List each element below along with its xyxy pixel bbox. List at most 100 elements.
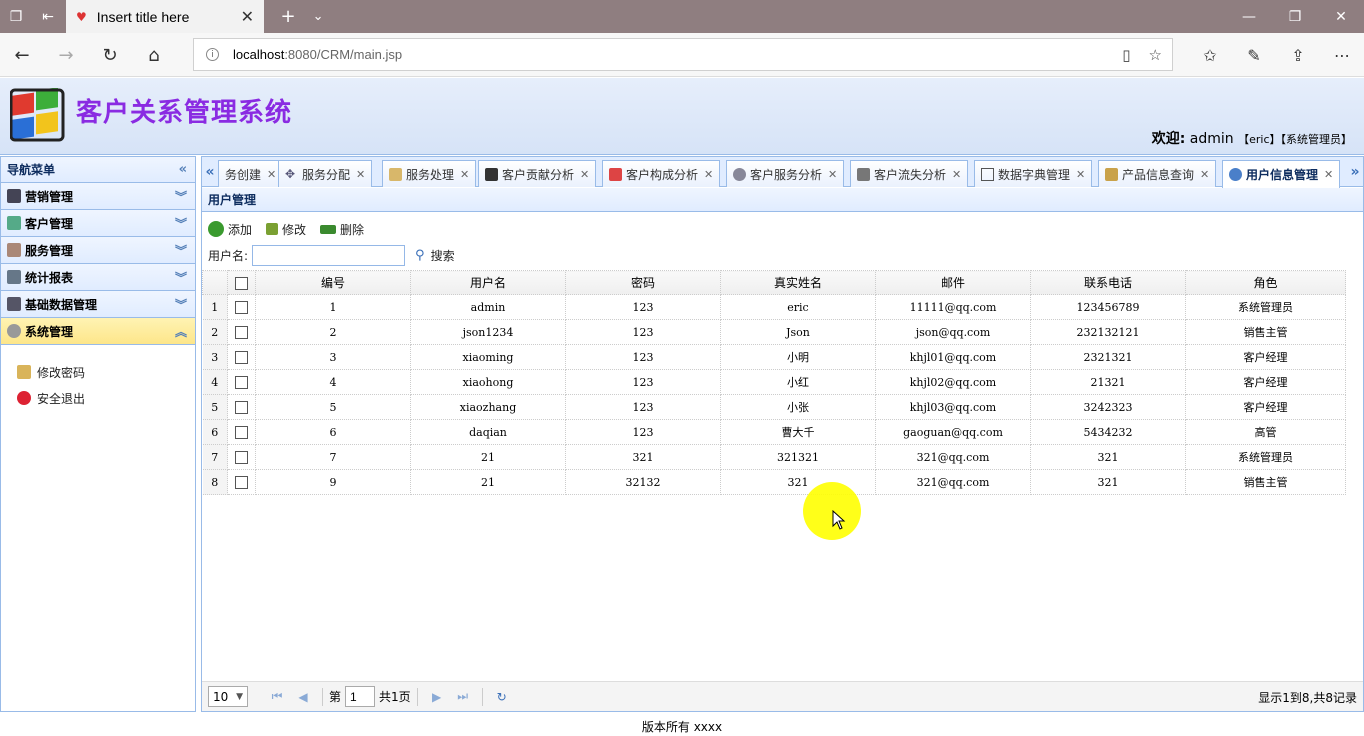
site-info-icon[interactable]: i [206, 48, 219, 61]
last-page-icon[interactable]: ⏭ [450, 689, 476, 704]
tab-list-chevron-icon[interactable]: ⌄ [313, 9, 324, 24]
tab-actions-icon[interactable]: ❐ [0, 0, 32, 33]
address-bar[interactable]: i localhost :8080/CRM/main.jsp ▯ ☆ [193, 38, 1173, 71]
nav-section-system[interactable]: 系统管理 ︽ [1, 318, 195, 345]
add-button[interactable]: 添加 [208, 221, 252, 238]
forward-icon[interactable]: → [46, 39, 86, 71]
table-cell: 321 [565, 444, 721, 470]
username-search-input[interactable] [252, 244, 406, 266]
tab-churn-analysis[interactable]: 客户流失分析 ✕ [850, 160, 969, 187]
more-icon[interactable]: ⋯ [1320, 39, 1364, 71]
next-page-icon[interactable]: ▶ [424, 690, 450, 704]
column-header[interactable]: 邮件 [875, 270, 1031, 295]
close-icon[interactable]: ✕ [828, 168, 837, 181]
restore-icon[interactable]: ❐ [1272, 0, 1318, 33]
search-button[interactable]: ⚲ 搜索 [415, 247, 455, 264]
table-row[interactable]: 7 7 21 321 321321 321@qq.com 321 系统管理员 [202, 444, 1346, 470]
page-size-select[interactable]: 10 ▼ [208, 686, 248, 707]
row-checkbox[interactable] [227, 294, 256, 320]
table-row[interactable]: 6 6 daqian 123 曹大千 gaoguan@qq.com 5434232 高管 [202, 419, 1346, 445]
table-cell: 3 [255, 344, 411, 370]
browser-tab[interactable]: ♥ Insert title here ✕ [66, 0, 264, 33]
org-chart-icon [609, 167, 622, 181]
table-row[interactable]: 1 1 admin 123 eric 11111@qq.com 123456789 系统管理员 [202, 294, 1346, 320]
key-icon [17, 365, 31, 379]
close-icon[interactable]: ✕ [952, 168, 961, 181]
row-number-header [202, 270, 228, 295]
collapse-left-icon[interactable]: « [179, 162, 187, 177]
minimize-icon[interactable]: — [1226, 0, 1272, 33]
table-row[interactable]: 2 2 json1234 123 Json json@qq.com 232132121 销售主… [202, 319, 1346, 345]
nav-section-marketing[interactable]: 营销管理 ︾ [1, 183, 195, 210]
close-tab-icon[interactable]: ✕ [241, 7, 254, 26]
page-number-input[interactable] [345, 686, 376, 707]
tab-service-create[interactable]: 务创建 ✕ [218, 160, 284, 187]
close-icon[interactable]: ✕ [704, 168, 713, 181]
close-icon[interactable]: ✕ [580, 168, 589, 181]
column-header[interactable]: 用户名 [410, 270, 566, 295]
nav-section-basic-data[interactable]: 基础数据管理 ︾ [1, 291, 195, 318]
delete-button[interactable]: 删除 [320, 221, 364, 238]
tabs-scroll-left-icon[interactable]: « [202, 157, 218, 187]
back-icon[interactable]: ← [2, 39, 42, 71]
prev-page-icon[interactable]: ◀ [290, 690, 316, 704]
reading-view-icon[interactable]: ▯ [1122, 46, 1130, 64]
row-checkbox[interactable] [227, 469, 256, 495]
nav-section-reports[interactable]: 统计报表 ︾ [1, 264, 195, 291]
home-icon[interactable]: ⌂ [134, 39, 174, 71]
row-checkbox[interactable] [227, 394, 256, 420]
favorites-icon[interactable]: ✩ [1188, 39, 1232, 71]
column-header[interactable]: 联系电话 [1030, 270, 1186, 295]
tab-service-assign[interactable]: ✥ 服务分配 ✕ [278, 160, 373, 187]
close-icon[interactable]: ✕ [1200, 168, 1209, 181]
row-checkbox[interactable] [227, 419, 256, 445]
close-icon[interactable]: ✕ [1076, 168, 1085, 181]
table-row[interactable]: 3 3 xiaoming 123 小明 khjl01@qq.com 2321321 客户经理 [202, 344, 1346, 370]
tab-data-dictionary[interactable]: 数据字典管理 ✕ [974, 160, 1093, 187]
nav-section-customers[interactable]: 客户管理 ︾ [1, 210, 195, 237]
close-icon[interactable]: ✕ [1324, 168, 1333, 181]
new-tab-icon[interactable]: + [281, 6, 296, 27]
column-header[interactable]: 编号 [255, 270, 411, 295]
tab-contribution-analysis[interactable]: 客户贡献分析 ✕ [478, 160, 597, 187]
close-icon[interactable]: ✕ [356, 168, 365, 181]
table-cell: 5 [255, 394, 411, 420]
close-icon[interactable]: ✕ [460, 168, 469, 181]
tab-label: 服务处理 [406, 167, 455, 182]
row-checkbox[interactable] [227, 369, 256, 395]
sidebar-item-change-password[interactable]: 修改密码 [17, 359, 195, 385]
column-header[interactable]: 角色 [1185, 270, 1346, 295]
column-header[interactable]: 真实姓名 [720, 270, 876, 295]
table-cell: 系统管理员 [1185, 444, 1346, 470]
sidebar-item-logout[interactable]: 安全退出 [17, 385, 195, 411]
tab-label: 数据字典管理 [998, 167, 1071, 182]
share-icon[interactable]: ⇪ [1276, 39, 1320, 71]
tab-composition-analysis[interactable]: 客户构成分析 ✕ [602, 160, 721, 187]
tab-service-handle[interactable]: 服务处理 ✕ [382, 160, 477, 187]
notes-icon[interactable]: ✎ [1232, 39, 1276, 71]
tab-product-query[interactable]: 产品信息查询 ✕ [1098, 160, 1217, 187]
select-all-checkbox[interactable] [227, 270, 256, 295]
tab-service-analysis[interactable]: 客户服务分析 ✕ [726, 160, 845, 187]
nav-section-service[interactable]: 服务管理 ︾ [1, 237, 195, 264]
table-cell: 小明 [720, 344, 876, 370]
row-checkbox[interactable] [227, 344, 256, 370]
refresh-icon[interactable]: ↻ [90, 39, 130, 71]
close-window-icon[interactable]: ✕ [1318, 0, 1364, 33]
row-checkbox[interactable] [227, 444, 256, 470]
tab-user-management[interactable]: 用户信息管理 ✕ [1222, 160, 1341, 188]
favorite-star-icon[interactable]: ☆ [1149, 46, 1162, 64]
table-row[interactable]: 4 4 xiaohong 123 小红 khjl02@qq.com 21321 客户经理 [202, 369, 1346, 395]
first-page-icon[interactable]: ⏮ [264, 689, 290, 704]
reload-icon[interactable]: ↻ [489, 690, 515, 704]
column-header[interactable]: 密码 [565, 270, 721, 295]
edit-button[interactable]: 修改 [266, 221, 306, 238]
table-cell: 3242323 [1030, 394, 1186, 420]
row-checkbox[interactable] [227, 319, 256, 345]
table-row[interactable]: 8 9 21 32132 321 321@qq.com 321 销售主管 [202, 469, 1346, 495]
set-aside-tabs-icon[interactable]: ⇤ [32, 0, 64, 33]
table-row[interactable]: 5 5 xiaozhang 123 小张 khjl03@qq.com 3242323 客户经理 [202, 394, 1346, 420]
tabs-scroll-right-icon[interactable]: » [1347, 157, 1363, 187]
close-icon[interactable]: ✕ [267, 168, 276, 181]
table-cell: 1 [255, 294, 411, 320]
